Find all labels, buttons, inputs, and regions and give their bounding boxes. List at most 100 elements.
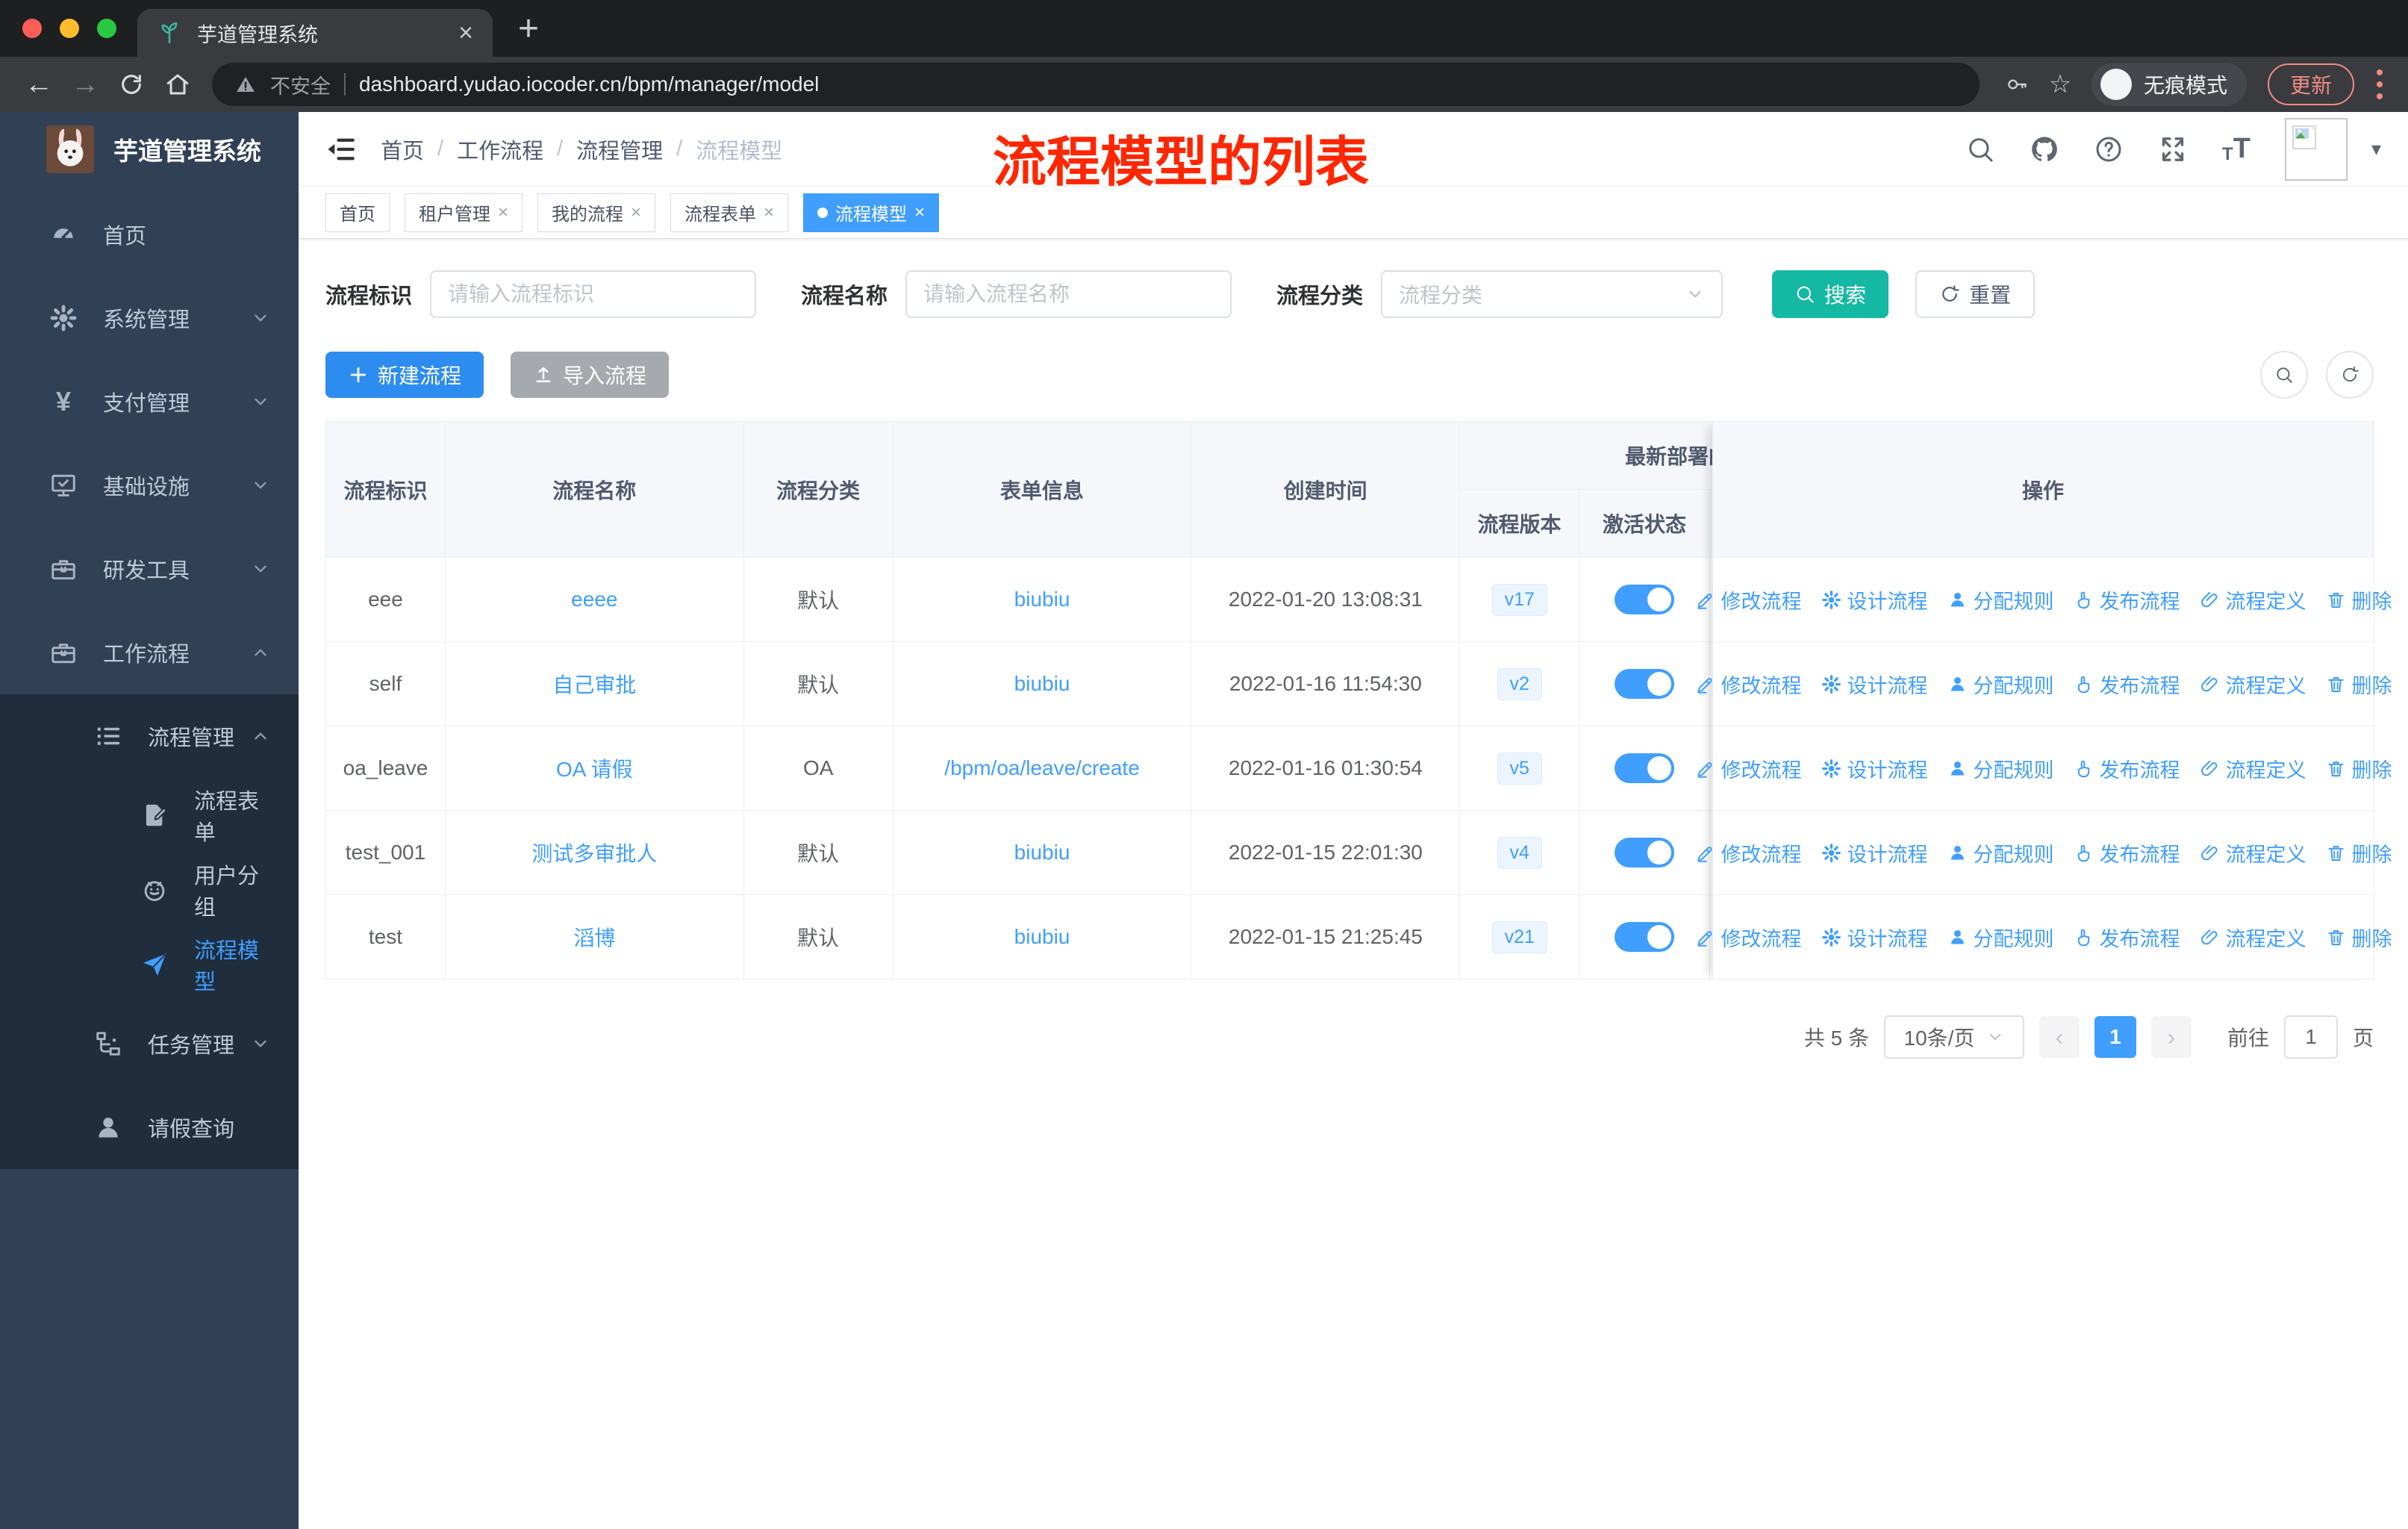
sidebar-item-system[interactable]: 系统管理 [0, 276, 299, 360]
refresh-table-button[interactable] [2326, 351, 2374, 399]
import-process-button[interactable]: 导入流程 [511, 352, 670, 398]
publish-process-link[interactable]: 发布流程 [2074, 754, 2180, 783]
modify-process-link[interactable]: 修改流程 [1695, 670, 1802, 699]
form-link[interactable]: biubiu [1014, 841, 1070, 865]
close-window-button[interactable] [22, 19, 42, 38]
process-definition-link[interactable]: 流程定义 [2200, 838, 2306, 868]
password-key-icon[interactable] [1997, 65, 2036, 104]
active-toggle[interactable] [1615, 922, 1675, 952]
search-button[interactable]: 搜索 [1772, 270, 1889, 318]
browser-menu-icon[interactable] [2377, 69, 2383, 99]
design-process-link[interactable]: 设计流程 [1821, 754, 1928, 783]
show-search-button[interactable] [2260, 351, 2308, 399]
delete-link[interactable]: 删除 [2326, 923, 2392, 952]
process-name-link[interactable]: OA 请假 [556, 753, 633, 783]
version-badge[interactable]: v17 [1491, 583, 1547, 616]
form-link[interactable]: biubiu [1014, 588, 1070, 611]
sidebar-item-payment[interactable]: ¥ 支付管理 [0, 360, 299, 443]
process-definition-link[interactable]: 流程定义 [2200, 923, 2306, 952]
publish-process-link[interactable]: 发布流程 [2074, 923, 2180, 952]
browser-tab[interactable]: 芋道管理系统 × [137, 9, 493, 57]
process-name-link[interactable]: 滔博 [573, 922, 615, 952]
active-toggle[interactable] [1615, 585, 1675, 614]
breadcrumb-home[interactable]: 首页 [381, 134, 424, 165]
goto-page-input[interactable] [2283, 1015, 2338, 1059]
form-link[interactable]: /bpm/oa/leave/create [944, 756, 1140, 780]
current-page-button[interactable]: 1 [2094, 1016, 2136, 1058]
sidebar-item-home[interactable]: 首页 [0, 193, 299, 276]
window-controls[interactable] [0, 0, 137, 57]
url-text[interactable]: dashboard.yudao.iocoder.cn/bpm/manager/m… [359, 72, 819, 96]
sidebar-item-process-model[interactable]: 流程模型 [0, 927, 299, 1002]
create-process-button[interactable]: 新建流程 [325, 352, 484, 398]
font-size-icon[interactable]: TT [2222, 133, 2251, 165]
process-name-link[interactable]: eeee [571, 588, 617, 611]
process-definition-link[interactable]: 流程定义 [2200, 585, 2306, 614]
page-size-select[interactable]: 10条/页 [1883, 1015, 2024, 1059]
sidebar-item-task-mgmt[interactable]: 任务管理 [0, 1002, 299, 1086]
back-button[interactable]: ← [18, 63, 60, 105]
form-link[interactable]: biubiu [1014, 672, 1070, 696]
process-definition-link[interactable]: 流程定义 [2200, 670, 2306, 699]
avatar-caret-icon[interactable]: ▾ [2371, 137, 2381, 161]
assign-rule-link[interactable]: 分配规则 [1947, 754, 2054, 783]
publish-process-link[interactable]: 发布流程 [2074, 670, 2180, 699]
version-badge[interactable]: v2 [1497, 667, 1542, 700]
close-icon[interactable]: × [498, 202, 508, 223]
modify-process-link[interactable]: 修改流程 [1695, 585, 1802, 614]
new-tab-button[interactable]: + [518, 8, 539, 57]
help-icon[interactable] [2094, 134, 2124, 164]
assign-rule-link[interactable]: 分配规则 [1947, 585, 2054, 614]
address-bar[interactable]: 不安全 dashboard.yudao.iocoder.cn/bpm/manag… [212, 63, 1980, 106]
sidebar-item-infra[interactable]: 基础设施 [0, 443, 299, 527]
design-process-link[interactable]: 设计流程 [1821, 838, 1928, 868]
process-name-link[interactable]: 自己审批 [552, 669, 636, 699]
tag-process-form[interactable]: 流程表单 × [670, 193, 789, 232]
header-search-icon[interactable] [1965, 134, 1995, 164]
tag-home[interactable]: 首页 [325, 193, 390, 232]
delete-link[interactable]: 删除 [2326, 754, 2392, 783]
version-badge[interactable]: v5 [1497, 752, 1542, 785]
process-name-input[interactable] [923, 282, 1214, 306]
fullscreen-icon[interactable] [2158, 134, 2188, 164]
active-toggle[interactable] [1615, 753, 1675, 783]
design-process-link[interactable]: 设计流程 [1821, 923, 1928, 952]
breadcrumb-process-mgmt[interactable]: 流程管理 [576, 134, 663, 165]
tag-process-model[interactable]: 流程模型 × [803, 193, 940, 232]
form-link[interactable]: biubiu [1014, 925, 1070, 949]
sidebar-item-workflow[interactable]: 工作流程 [0, 611, 299, 694]
sidebar-fold-icon[interactable] [325, 134, 357, 165]
next-page-button[interactable]: › [2150, 1016, 2192, 1058]
design-process-link[interactable]: 设计流程 [1821, 585, 1928, 614]
assign-rule-link[interactable]: 分配规则 [1947, 670, 2054, 699]
delete-link[interactable]: 删除 [2326, 670, 2392, 699]
prev-page-button[interactable]: ‹ [2039, 1016, 2080, 1058]
process-name-field[interactable] [905, 270, 1232, 318]
version-badge[interactable]: v4 [1497, 836, 1542, 869]
active-toggle[interactable] [1615, 838, 1675, 868]
version-badge[interactable]: v21 [1491, 921, 1547, 953]
sidebar-item-leave-query[interactable]: 请假查询 [0, 1086, 299, 1169]
process-definition-link[interactable]: 流程定义 [2200, 754, 2306, 783]
delete-link[interactable]: 删除 [2326, 585, 2392, 614]
tag-tenant[interactable]: 租户管理 × [405, 193, 523, 232]
sidebar-item-process-form[interactable]: 流程表单 [0, 778, 299, 853]
process-name-link[interactable]: 测试多审批人 [531, 838, 657, 868]
close-icon[interactable]: × [764, 202, 774, 223]
sidebar-item-process-mgmt[interactable]: 流程管理 [0, 694, 299, 778]
assign-rule-link[interactable]: 分配规则 [1947, 838, 2054, 868]
breadcrumb-workflow[interactable]: 工作流程 [457, 134, 543, 165]
modify-process-link[interactable]: 修改流程 [1695, 923, 1802, 952]
close-icon[interactable]: × [914, 202, 925, 223]
reload-button[interactable] [110, 63, 152, 105]
github-icon[interactable] [2030, 134, 2059, 164]
reset-button[interactable]: 重置 [1915, 270, 2036, 318]
avatar[interactable] [2284, 117, 2348, 181]
forward-button[interactable]: → [64, 63, 106, 105]
close-icon[interactable]: × [631, 202, 641, 223]
tab-close-icon[interactable]: × [458, 20, 473, 46]
process-key-field[interactable] [430, 270, 757, 318]
maximize-window-button[interactable] [97, 19, 116, 38]
chrome-update-button[interactable]: 更新 [2267, 63, 2354, 105]
assign-rule-link[interactable]: 分配规则 [1947, 923, 2054, 952]
